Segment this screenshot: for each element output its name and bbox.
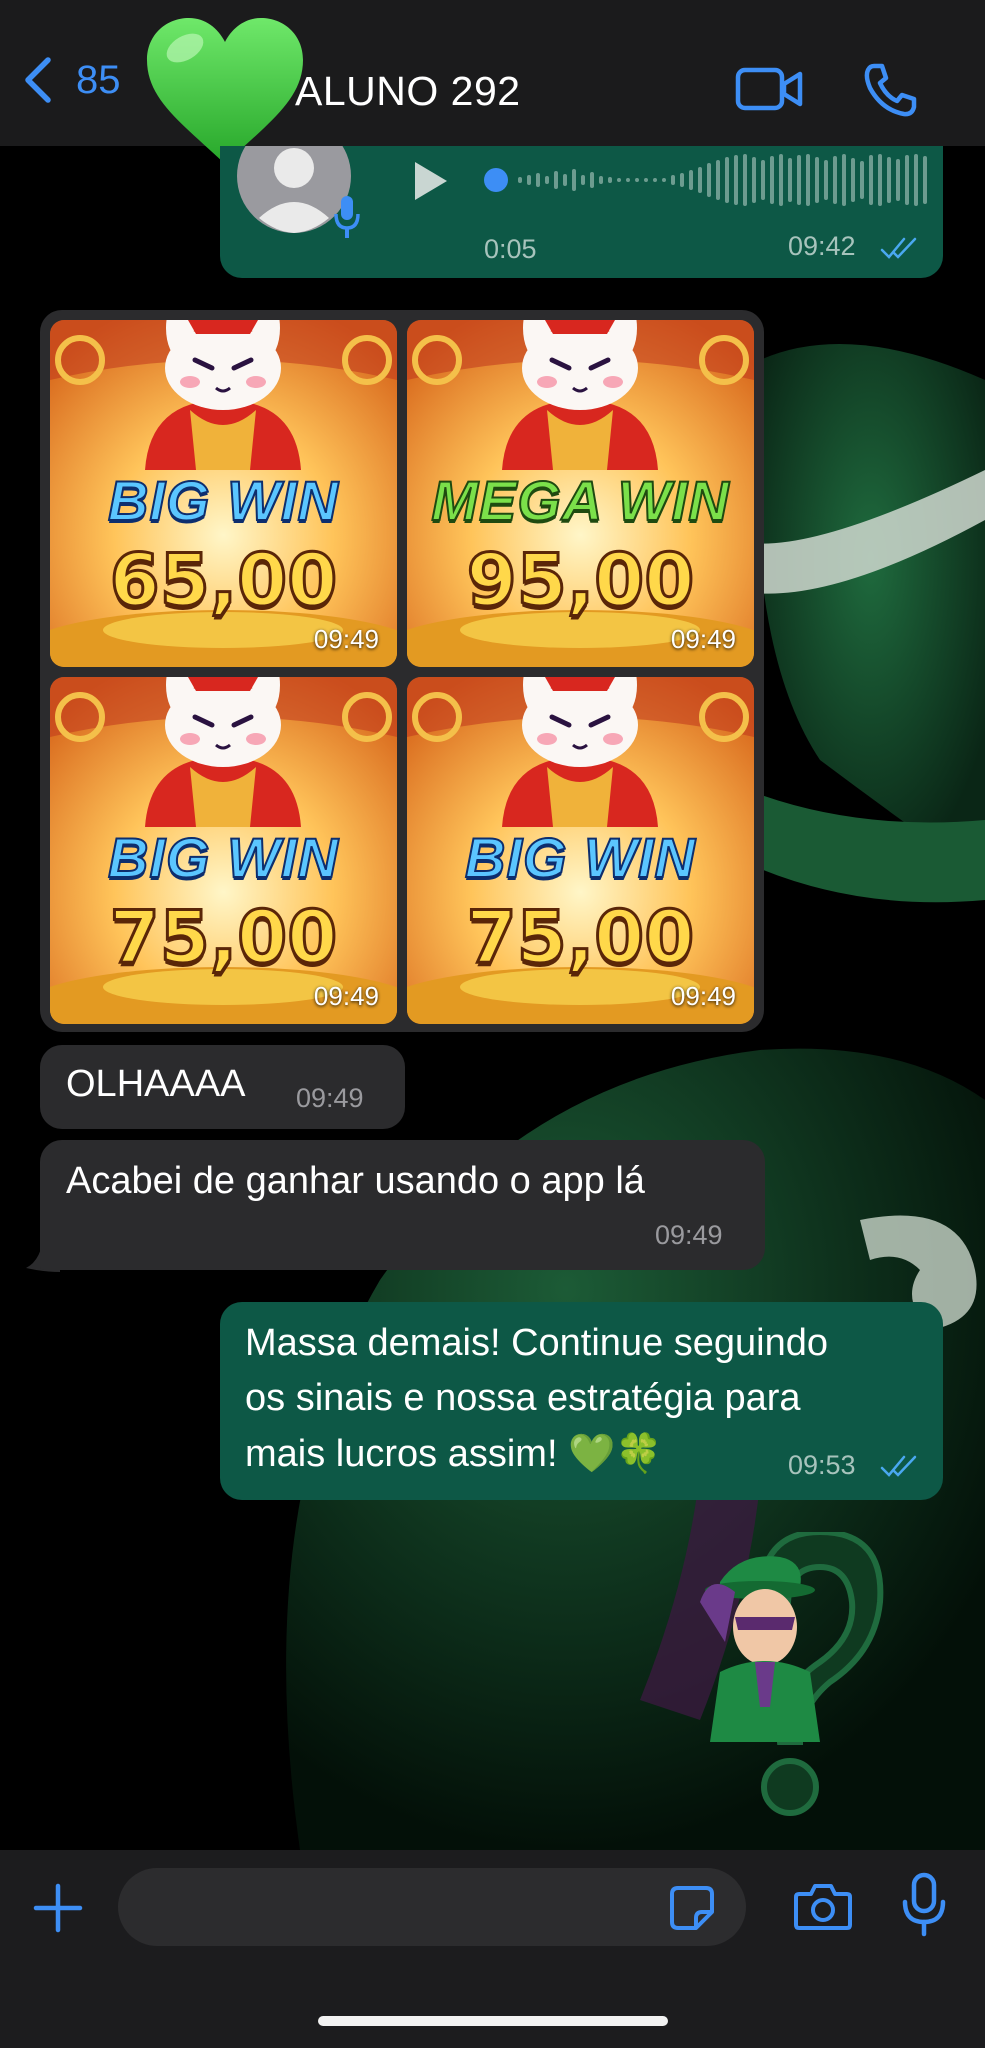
image-album: BIG WIN 65,00 09:49 MEGA WIN 95,00 09:49… xyxy=(40,310,764,1032)
waveform-bar xyxy=(770,156,774,204)
win-amount: 75,00 xyxy=(108,894,339,981)
image-time: 09:49 xyxy=(670,981,736,1011)
riddler-sticker[interactable] xyxy=(680,1532,890,1832)
sticker-icon[interactable] xyxy=(668,1884,716,1932)
waveform-bar xyxy=(662,178,666,182)
message-time: 09:53 xyxy=(788,1450,856,1480)
waveform-bar xyxy=(527,175,531,185)
waveform-bar xyxy=(887,157,891,203)
waveform-bar xyxy=(752,157,756,203)
waveform-bar xyxy=(878,154,882,206)
message-input[interactable] xyxy=(118,1868,746,1946)
win-label: MEGA WIN xyxy=(430,468,730,533)
unread-count: 85 xyxy=(76,57,121,102)
waveform-bar xyxy=(860,161,864,199)
outgoing-message[interactable]: Massa demais! Continue seguindo os sinai… xyxy=(220,1302,943,1500)
waveform-bar xyxy=(707,163,711,197)
waveform-bar xyxy=(788,158,792,202)
win-label: BIG WIN xyxy=(464,825,696,890)
message-time: 09:49 xyxy=(296,1083,364,1113)
waveform-bar xyxy=(923,156,927,204)
win-amount: 75,00 xyxy=(465,894,696,981)
waveform-bar xyxy=(545,176,549,184)
waveform-bar xyxy=(869,155,873,205)
waveform-bar xyxy=(680,173,684,187)
message-line: mais lucros assim! 💚🍀 xyxy=(245,1433,663,1475)
incoming-message[interactable]: Acabei de ganhar usando o app lá 09:49 xyxy=(40,1140,765,1270)
read-receipt-icon xyxy=(880,237,917,259)
voice-message: 0:05 09:42 xyxy=(220,146,943,278)
microphone-icon[interactable] xyxy=(900,1872,948,1938)
contact-name[interactable]: ALUNO 292 xyxy=(295,68,521,115)
waveform-bar xyxy=(896,159,900,201)
image-tile[interactable]: BIG WIN 65,00 09:49 xyxy=(50,320,397,667)
microphone-badge-icon xyxy=(334,196,360,238)
waveform-bar xyxy=(608,177,612,183)
waveform-bar xyxy=(725,157,729,203)
message-text: OLHAAAA xyxy=(66,1063,246,1105)
message-line: os sinais e nossa estratégia para xyxy=(245,1377,801,1419)
image-tile[interactable]: BIG WIN 75,00 09:49 xyxy=(407,677,754,1024)
camera-icon[interactable] xyxy=(793,1880,853,1932)
waveform-bar xyxy=(743,154,747,206)
waveform-bar xyxy=(824,160,828,200)
waveform-bar xyxy=(806,154,810,206)
waveform-bar xyxy=(815,157,819,203)
message-time: 09:49 xyxy=(655,1220,723,1250)
waveform[interactable] xyxy=(482,146,932,216)
back-button[interactable]: 85 xyxy=(18,52,121,108)
waveform-bar xyxy=(698,167,702,193)
message-line: Massa demais! Continue seguindo xyxy=(245,1322,829,1364)
waveform-bar xyxy=(563,174,567,186)
waveform-bar xyxy=(581,175,585,185)
waveform-bar xyxy=(554,171,558,189)
waveform-bar xyxy=(572,169,576,191)
waveform-bar xyxy=(536,173,540,187)
plus-icon[interactable] xyxy=(32,1882,84,1934)
waveform-bar xyxy=(671,175,675,185)
phone-icon[interactable] xyxy=(862,62,918,118)
waveform-bar xyxy=(644,178,648,182)
green-heart-avatar[interactable] xyxy=(143,14,308,166)
waveform-bar xyxy=(797,155,801,205)
waveform-bar xyxy=(734,155,738,205)
message-time: 09:42 xyxy=(788,231,856,261)
waveform-bar xyxy=(779,154,783,206)
waveform-bar xyxy=(689,170,693,190)
waveform-bar xyxy=(905,155,909,205)
image-time: 09:49 xyxy=(313,981,379,1011)
read-receipt-icon xyxy=(880,1455,917,1477)
waveform-bar xyxy=(716,160,720,200)
waveform-bar xyxy=(617,178,621,182)
win-label: BIG WIN xyxy=(107,468,339,533)
waveform-bar xyxy=(653,178,657,182)
waveform-bar xyxy=(914,154,918,206)
waveform-progress-dot xyxy=(484,168,508,192)
win-amount: 65,00 xyxy=(108,537,339,624)
play-icon[interactable] xyxy=(403,156,453,206)
win-amount: 95,00 xyxy=(465,537,696,624)
waveform-bar xyxy=(518,177,522,183)
image-time: 09:49 xyxy=(670,624,736,654)
waveform-bar xyxy=(626,178,630,182)
waveform-bar xyxy=(851,158,855,202)
chevron-left-icon xyxy=(25,57,51,103)
image-time: 09:49 xyxy=(313,624,379,654)
image-tile[interactable]: BIG WIN 75,00 09:49 xyxy=(50,677,397,1024)
message-text: Acabei de ganhar usando o app lá xyxy=(66,1160,645,1202)
waveform-bar xyxy=(635,178,639,182)
waveform-bar xyxy=(590,172,594,188)
waveform-bar xyxy=(599,176,603,184)
image-tile[interactable]: MEGA WIN 95,00 09:49 xyxy=(407,320,754,667)
video-camera-icon[interactable] xyxy=(735,64,803,114)
incoming-message[interactable]: OLHAAAA 09:49 xyxy=(40,1045,405,1129)
waveform-bar xyxy=(761,160,765,200)
win-label: BIG WIN xyxy=(107,825,339,890)
home-indicator xyxy=(318,2016,668,2026)
voice-duration: 0:05 xyxy=(484,234,537,264)
waveform-bar xyxy=(833,156,837,204)
waveform-bar xyxy=(842,154,846,206)
